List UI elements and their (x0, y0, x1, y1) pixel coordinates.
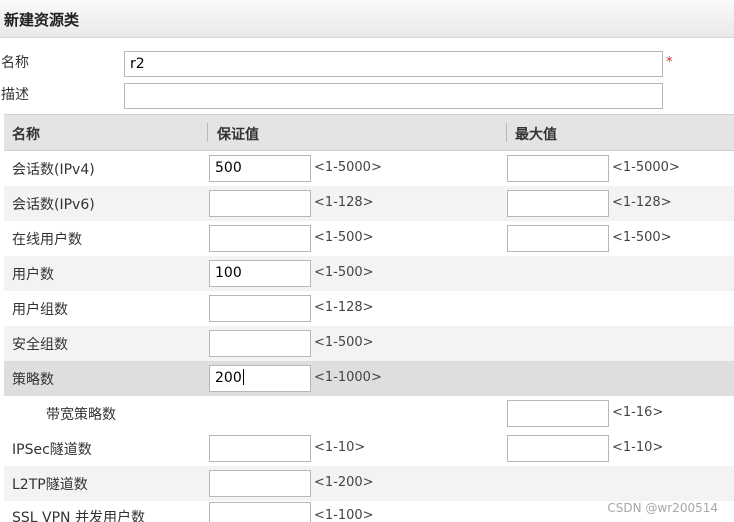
guarantee-input[interactable] (209, 330, 311, 357)
dialog-title-bar: 新建资源类 (0, 0, 734, 38)
name-input[interactable]: r2 (124, 51, 663, 77)
table-row: IPSec隧道数 <1-10> <1-10> (4, 431, 734, 466)
table-header: 名称 保证值 最大值 (4, 114, 734, 151)
text-cursor (242, 369, 244, 385)
max-range: <1-5000> (612, 160, 680, 175)
guarantee-range: <1-500> (314, 230, 374, 245)
table-row: 在线用户数 <1-500> <1-500> (4, 221, 734, 256)
guarantee-input[interactable]: 500 (209, 155, 311, 182)
max-input[interactable] (507, 190, 609, 217)
guarantee-input[interactable] (209, 470, 311, 497)
max-input[interactable] (507, 435, 609, 462)
max-input[interactable] (507, 155, 609, 182)
row-label: 带宽策略数 (46, 407, 116, 423)
row-label: L2TP隧道数 (12, 477, 88, 493)
max-range: <1-128> (612, 195, 672, 210)
table-row: 用户数 100 <1-500> (4, 256, 734, 291)
guarantee-range: <1-200> (314, 475, 374, 490)
row-label: 策略数 (12, 372, 54, 388)
watermark: CSDN @wr200514 (607, 501, 718, 515)
guarantee-range: <1-1000> (314, 370, 382, 385)
guarantee-input[interactable] (209, 295, 311, 322)
table-row: 策略数 200 <1-1000> (4, 361, 734, 396)
row-label: 用户组数 (12, 302, 68, 318)
table-row: 会话数(IPv4) 500 <1-5000> <1-5000> (4, 151, 734, 186)
header-separator (506, 123, 507, 142)
header-separator (207, 123, 208, 142)
max-range: <1-500> (612, 230, 672, 245)
guarantee-range: <1-100> (314, 508, 374, 522)
table-row: 用户组数 <1-128> (4, 291, 734, 326)
max-range: <1-10> (612, 440, 664, 455)
guarantee-range: <1-128> (314, 300, 374, 315)
table-row: 带宽策略数 <1-16> (4, 396, 734, 431)
name-label: 名称 (1, 55, 29, 71)
row-label: 用户数 (12, 267, 54, 283)
guarantee-range: <1-10> (314, 440, 366, 455)
required-mark: * (666, 55, 673, 70)
header-guarantee: 保证值 (217, 127, 259, 143)
guarantee-input[interactable] (209, 502, 311, 522)
row-label: IPSec隧道数 (12, 442, 92, 458)
guarantee-input[interactable]: 100 (209, 260, 311, 287)
guarantee-range: <1-500> (314, 335, 374, 350)
guarantee-input[interactable] (209, 435, 311, 462)
max-input[interactable] (507, 400, 609, 427)
max-range: <1-16> (612, 405, 664, 420)
guarantee-input[interactable] (209, 190, 311, 217)
row-label: SSL VPN 并发用户数 (12, 510, 145, 522)
guarantee-input[interactable] (209, 225, 311, 252)
table-row: 安全组数 <1-500> (4, 326, 734, 361)
description-input[interactable] (124, 83, 663, 109)
header-max: 最大值 (515, 127, 557, 143)
row-label: 会话数(IPv6) (12, 197, 95, 213)
table-row: 会话数(IPv6) <1-128> <1-128> (4, 186, 734, 221)
guarantee-input[interactable]: 200 (209, 365, 311, 392)
description-label: 描述 (1, 87, 29, 103)
row-label: 在线用户数 (12, 232, 82, 248)
guarantee-range: <1-128> (314, 195, 374, 210)
input-value: 200 (215, 370, 242, 386)
guarantee-range: <1-500> (314, 265, 374, 280)
row-label: 安全组数 (12, 337, 68, 353)
table-row: L2TP隧道数 <1-200> (4, 466, 734, 501)
max-input[interactable] (507, 225, 609, 252)
header-name: 名称 (12, 127, 40, 143)
guarantee-range: <1-5000> (314, 160, 382, 175)
row-label: 会话数(IPv4) (12, 162, 95, 178)
dialog-title: 新建资源类 (4, 11, 80, 29)
